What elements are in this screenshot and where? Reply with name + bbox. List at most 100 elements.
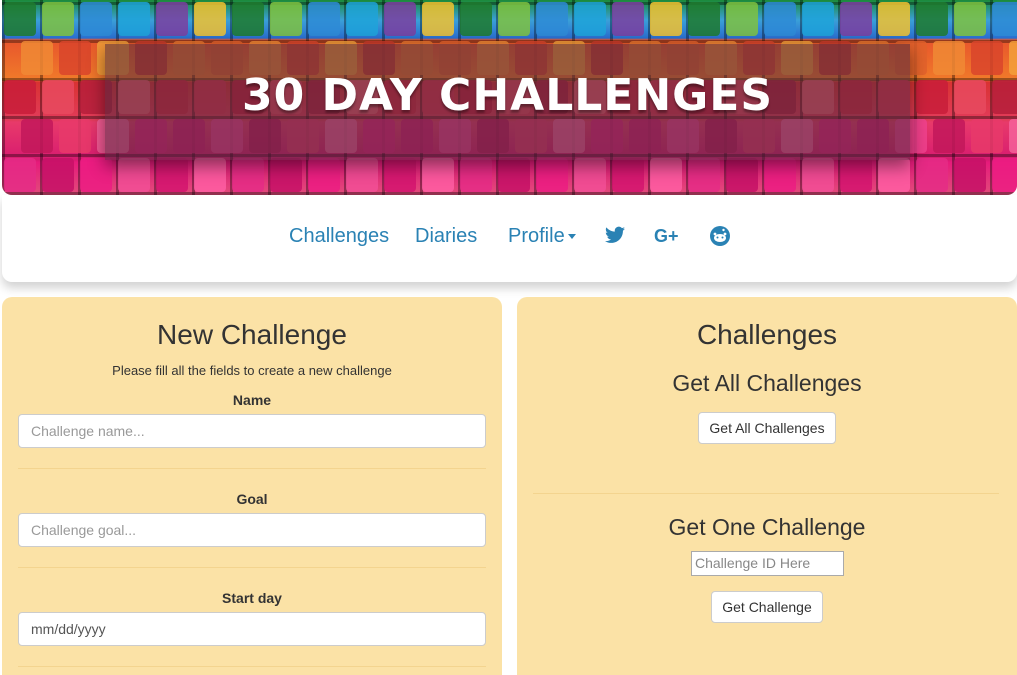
- banner-tile: [4, 158, 36, 192]
- banner-tile: [916, 80, 948, 114]
- banner-tile: [346, 158, 378, 192]
- banner-tile: [232, 2, 264, 36]
- banner-tile: [992, 158, 1017, 192]
- banner-tile: [384, 158, 416, 192]
- banner-tile: [21, 41, 53, 75]
- nav-profile-dropdown[interactable]: Profile: [508, 225, 576, 248]
- get-all-challenges-button[interactable]: Get All Challenges: [698, 412, 836, 444]
- start-day-label: Start day: [222, 590, 282, 606]
- banner-tile: [916, 158, 948, 192]
- banner-tile: [933, 119, 965, 153]
- banner-tile: [42, 80, 74, 114]
- banner-tile: [4, 80, 36, 114]
- challenges-title: Challenges: [696, 319, 838, 350]
- banner-tile: [764, 2, 796, 36]
- banner-tile: [726, 158, 758, 192]
- goal-label: Goal: [236, 491, 268, 507]
- banner-tile: [878, 2, 910, 36]
- banner-tile: [80, 2, 112, 36]
- banner-tile: [612, 2, 644, 36]
- banner-tile: [422, 2, 454, 36]
- banner-tile: [460, 158, 492, 192]
- twitter-icon[interactable]: [605, 226, 625, 248]
- divider: [18, 468, 486, 469]
- banner-tile: [688, 2, 720, 36]
- divider: [18, 666, 486, 667]
- banner-tile: [954, 80, 986, 114]
- banner-tile: [80, 158, 112, 192]
- banner-tile: [308, 2, 340, 36]
- new-challenge-help-text: Please fill all the fields to create a n…: [112, 363, 392, 378]
- divider: [18, 567, 486, 568]
- banner-tile: [156, 158, 188, 192]
- challenge-goal-input[interactable]: Challenge goal...: [18, 513, 486, 547]
- start-day-date-input[interactable]: mm/dd/yyyy: [18, 612, 486, 646]
- new-challenge-panel: New Challenge Please fill all the fields…: [2, 297, 502, 675]
- get-one-heading: Get One Challenge: [668, 514, 866, 540]
- banner-tile: [574, 2, 606, 36]
- banner-tile: [802, 2, 834, 36]
- banner-tile: [954, 158, 986, 192]
- banner-tile: [650, 158, 682, 192]
- banner-tile: [916, 2, 948, 36]
- banner-tile: [42, 158, 74, 192]
- svg-text:G+: G+: [654, 227, 679, 245]
- banner-tile: [59, 41, 91, 75]
- banner-tile: [1009, 41, 1017, 75]
- site-title: 30 DAY CHALLENGES: [241, 70, 774, 121]
- header-banner: 30 DAY CHALLENGES: [2, 0, 1017, 195]
- banner-tile: [232, 158, 264, 192]
- banner-tile: [688, 158, 720, 192]
- banner-tile: [933, 41, 965, 75]
- banner-tile: [422, 158, 454, 192]
- banner-tile: [954, 2, 986, 36]
- challenges-panel: Challenges Get All Challenges Get All Ch…: [517, 297, 1017, 675]
- banner-tile: [574, 158, 606, 192]
- banner-tile: [270, 158, 302, 192]
- banner-tile: [194, 158, 226, 192]
- banner-tile: [971, 41, 1003, 75]
- get-all-heading: Get All Challenges: [672, 370, 862, 396]
- nav-profile-label: Profile: [508, 225, 565, 247]
- divider: [533, 493, 999, 494]
- google-plus-icon[interactable]: G+: [654, 226, 682, 249]
- main-nav: Challenges Diaries Profile G+: [2, 195, 1017, 282]
- banner-tile: [498, 158, 530, 192]
- challenge-name-input[interactable]: Challenge name...: [18, 414, 486, 448]
- banner-tile: [498, 2, 530, 36]
- banner-tile: [992, 2, 1017, 36]
- banner-tile: [971, 119, 1003, 153]
- banner-tile: [21, 119, 53, 153]
- banner-tile: [992, 80, 1017, 114]
- banner-tile: [59, 119, 91, 153]
- banner-tile: [536, 2, 568, 36]
- banner-tile: [346, 2, 378, 36]
- caret-down-icon: [567, 234, 576, 240]
- banner-tile: [612, 158, 644, 192]
- nav-diaries-link[interactable]: Diaries: [415, 225, 477, 248]
- banner-tile: [42, 2, 74, 36]
- banner-tile: [270, 2, 302, 36]
- banner-tile: [156, 2, 188, 36]
- banner-tile: [878, 158, 910, 192]
- banner-tile: [802, 158, 834, 192]
- banner-tile: [460, 2, 492, 36]
- banner-tile: [840, 2, 872, 36]
- new-challenge-title: New Challenge: [157, 319, 347, 350]
- banner-tile: [384, 2, 416, 36]
- banner-tile: [4, 2, 36, 36]
- banner-tile: [118, 158, 150, 192]
- challenge-id-input[interactable]: Challenge ID Here: [691, 551, 844, 576]
- nav-challenges-link[interactable]: Challenges: [289, 225, 389, 248]
- get-challenge-button[interactable]: Get Challenge: [711, 591, 823, 623]
- banner-tile: [194, 2, 226, 36]
- banner-tile: [840, 158, 872, 192]
- banner-tile: [308, 158, 340, 192]
- name-label: Name: [232, 392, 272, 408]
- banner-tile: [726, 2, 758, 36]
- banner-tile: [118, 2, 150, 36]
- banner-tile: [1009, 119, 1017, 153]
- banner-tile: [650, 2, 682, 36]
- banner-tile: [764, 158, 796, 192]
- reddit-icon[interactable]: [709, 225, 731, 251]
